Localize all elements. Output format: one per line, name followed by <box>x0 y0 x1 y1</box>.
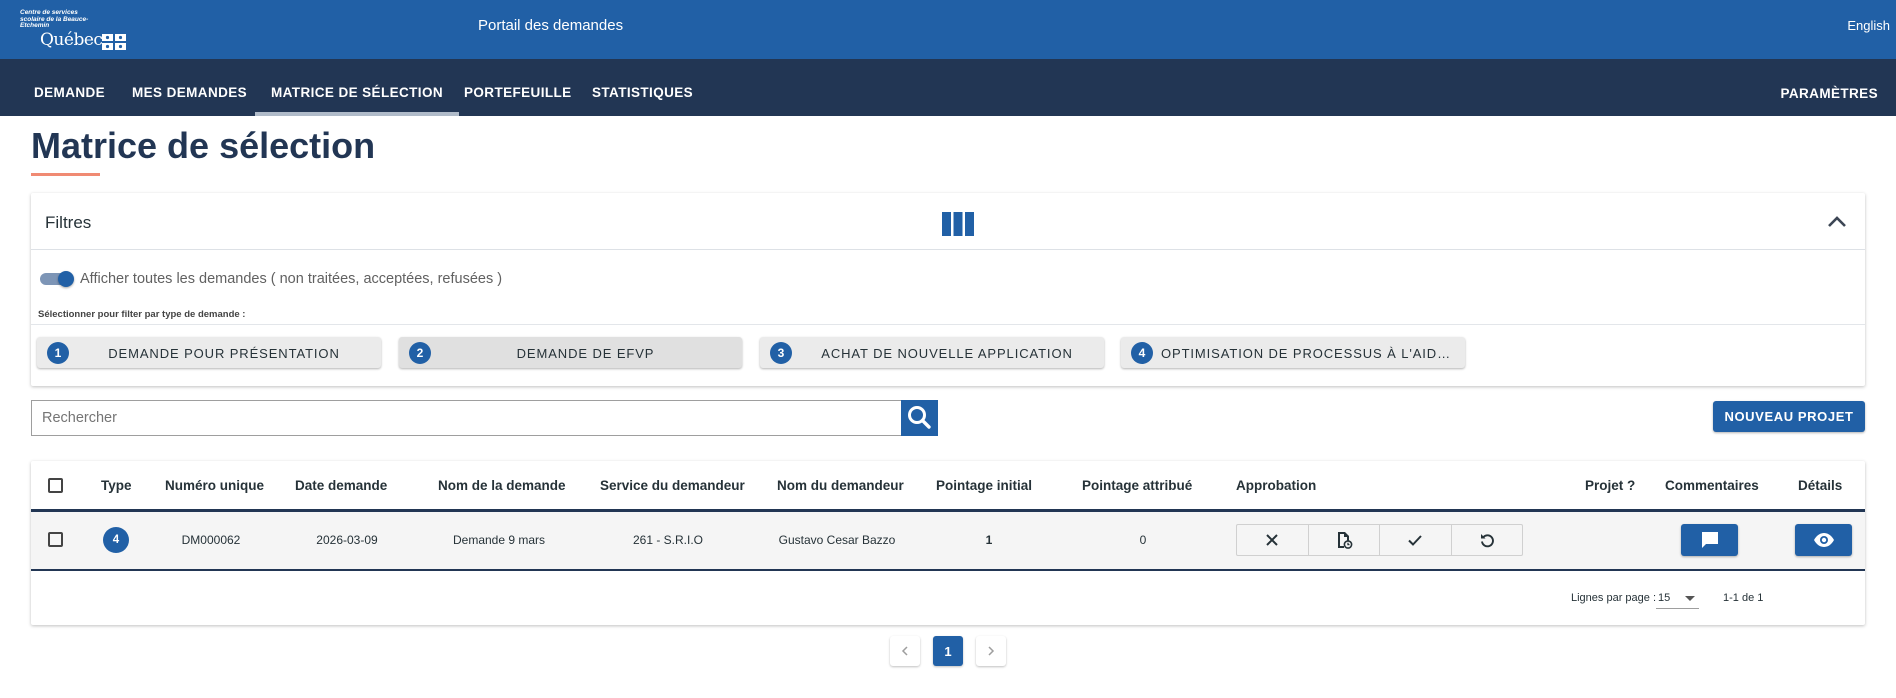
close-icon <box>1266 534 1278 546</box>
nav-item-demande[interactable]: DEMANDE <box>18 59 121 116</box>
type-number-badge: 2 <box>409 342 431 364</box>
table-row-border <box>31 569 1865 571</box>
pagination-range-label: 1-1 de 1 <box>1723 592 1764 604</box>
page-button-current[interactable]: 1 <box>933 636 963 666</box>
chevron-right-icon <box>988 646 995 656</box>
type-number-badge: 1 <box>47 342 69 364</box>
type-filter-button-4[interactable]: 4 OPTIMISATION DE PROCESSUS À L'AIDE … <box>1121 337 1465 368</box>
filters-panel: Filtres Afficher toutes les demandes ( n… <box>31 193 1865 386</box>
select-all-checkbox[interactable] <box>48 478 63 493</box>
quebec-logo[interactable]: Centre de services scolaire de la Beauce… <box>20 9 130 50</box>
approve-button[interactable] <box>1380 525 1452 555</box>
search-button[interactable] <box>901 400 938 436</box>
previous-page-button[interactable] <box>890 636 920 666</box>
type-hint-divider <box>31 324 1865 325</box>
next-page-button[interactable] <box>976 636 1006 666</box>
type-filter-label: OPTIMISATION DE PROCESSUS À L'AIDE … <box>1161 346 1455 361</box>
type-filter-button-2[interactable]: 2 DEMANDE DE EFVP <box>399 337 742 368</box>
fleur-de-lis-flag-icon <box>102 34 126 50</box>
cell-requester-service: 261 - S.R.I.O <box>632 533 704 547</box>
type-number-badge: 3 <box>770 342 792 364</box>
cell-requester-name: Gustavo Cesar Bazzo <box>778 533 896 547</box>
nav-item-matrice-de-selection[interactable]: MATRICE DE SÉLECTION <box>255 59 460 116</box>
requests-table: Type Numéro unique Date demande Nom de l… <box>31 461 1865 625</box>
show-all-requests-toggle[interactable] <box>40 271 74 287</box>
chevron-left-icon <box>901 646 908 656</box>
column-header-unique-number[interactable]: Numéro unique <box>165 478 264 493</box>
type-number-badge: 4 <box>1131 342 1153 364</box>
type-filter-label: DEMANDE POUR PRÉSENTATION <box>108 346 340 361</box>
language-switch-link[interactable]: English <box>1847 18 1890 33</box>
page-title: Matrice de sélection <box>31 125 376 166</box>
logo-brand-text: Québec <box>40 30 103 50</box>
cell-request-date: 2026-03-09 <box>316 533 378 547</box>
column-header-request-name[interactable]: Nom de la demande <box>438 478 566 493</box>
nav-item-parametres[interactable]: PARAMÈTRES <box>1780 59 1878 116</box>
column-header-requester-service[interactable]: Service du demandeur <box>600 478 745 493</box>
portal-title: Portail des demandes <box>478 17 624 34</box>
column-header-assigned-score[interactable]: Pointage attribué <box>1082 478 1192 493</box>
nav-item-mes-demandes[interactable]: MES DEMANDES <box>116 59 263 116</box>
chevron-up-icon[interactable] <box>1825 210 1849 234</box>
approval-button-group <box>1236 524 1523 556</box>
column-header-request-date[interactable]: Date demande <box>295 478 387 493</box>
rows-per-page-label: Lignes par page : <box>1571 592 1657 604</box>
column-header-comments: Commentaires <box>1665 478 1759 493</box>
rows-per-page-value: 15 <box>1658 592 1671 604</box>
comments-button[interactable] <box>1681 524 1738 556</box>
details-button[interactable] <box>1795 524 1852 556</box>
type-filter-button-3[interactable]: 3 ACHAT DE NOUVELLE APPLICATION <box>760 337 1104 368</box>
type-badge: 4 <box>103 527 129 553</box>
check-icon <box>1408 535 1422 546</box>
type-filter-label: DEMANDE DE EFVP <box>516 346 655 361</box>
cell-initial-score: 1 <box>985 533 993 547</box>
search-icon <box>908 406 931 429</box>
type-filter-button-1[interactable]: 1 DEMANDE POUR PRÉSENTATION <box>37 337 381 368</box>
row-checkbox[interactable] <box>48 532 63 547</box>
dropdown-caret-icon <box>1685 596 1695 601</box>
pending-review-button[interactable] <box>1309 525 1380 555</box>
title-underline <box>31 173 100 176</box>
new-project-button[interactable]: NOUVEAU PROJET <box>1713 401 1865 432</box>
filters-divider <box>31 249 1865 250</box>
nav-item-portefeuille[interactable]: PORTEFEUILLE <box>448 59 588 116</box>
nav-item-statistiques[interactable]: STATISTIQUES <box>576 59 709 116</box>
rows-per-page-select[interactable]: 15 <box>1656 587 1699 609</box>
main-nav: DEMANDE MES DEMANDES MATRICE DE SÉLECTIO… <box>0 59 1896 116</box>
view-columns-icon[interactable] <box>942 212 974 236</box>
show-all-requests-label: Afficher toutes les demandes ( non trait… <box>80 271 503 287</box>
reset-button[interactable] <box>1452 525 1523 555</box>
filters-title: Filtres <box>45 213 92 232</box>
reject-button[interactable] <box>1237 525 1309 555</box>
column-header-project[interactable]: Projet ? <box>1585 478 1635 493</box>
type-filter-label: ACHAT DE NOUVELLE APPLICATION <box>821 346 1073 361</box>
table-row[interactable] <box>31 512 1865 569</box>
toggle-knob <box>58 271 74 287</box>
column-header-type[interactable]: Type <box>101 478 132 493</box>
search-input[interactable] <box>31 400 902 436</box>
undo-icon <box>1480 534 1494 548</box>
eye-icon <box>1813 533 1834 547</box>
column-header-requester-name[interactable]: Nom du demandeur <box>777 478 904 493</box>
type-filter-hint: Sélectionner pour filter par type de dem… <box>38 309 246 320</box>
logo-org-text: Centre de services scolaire de la Beauce… <box>20 9 89 29</box>
column-header-initial-score[interactable]: Pointage initial <box>936 478 1032 493</box>
cell-assigned-score: 0 <box>1139 533 1147 547</box>
document-clock-icon <box>1337 532 1353 549</box>
comment-icon <box>1701 532 1718 548</box>
column-header-approval: Approbation <box>1236 478 1317 493</box>
cell-request-name: Demande 9 mars <box>452 533 546 547</box>
column-header-details: Détails <box>1798 478 1843 493</box>
cell-unique-number: DM000062 <box>181 533 241 547</box>
top-header: Centre de services scolaire de la Beauce… <box>0 0 1896 59</box>
